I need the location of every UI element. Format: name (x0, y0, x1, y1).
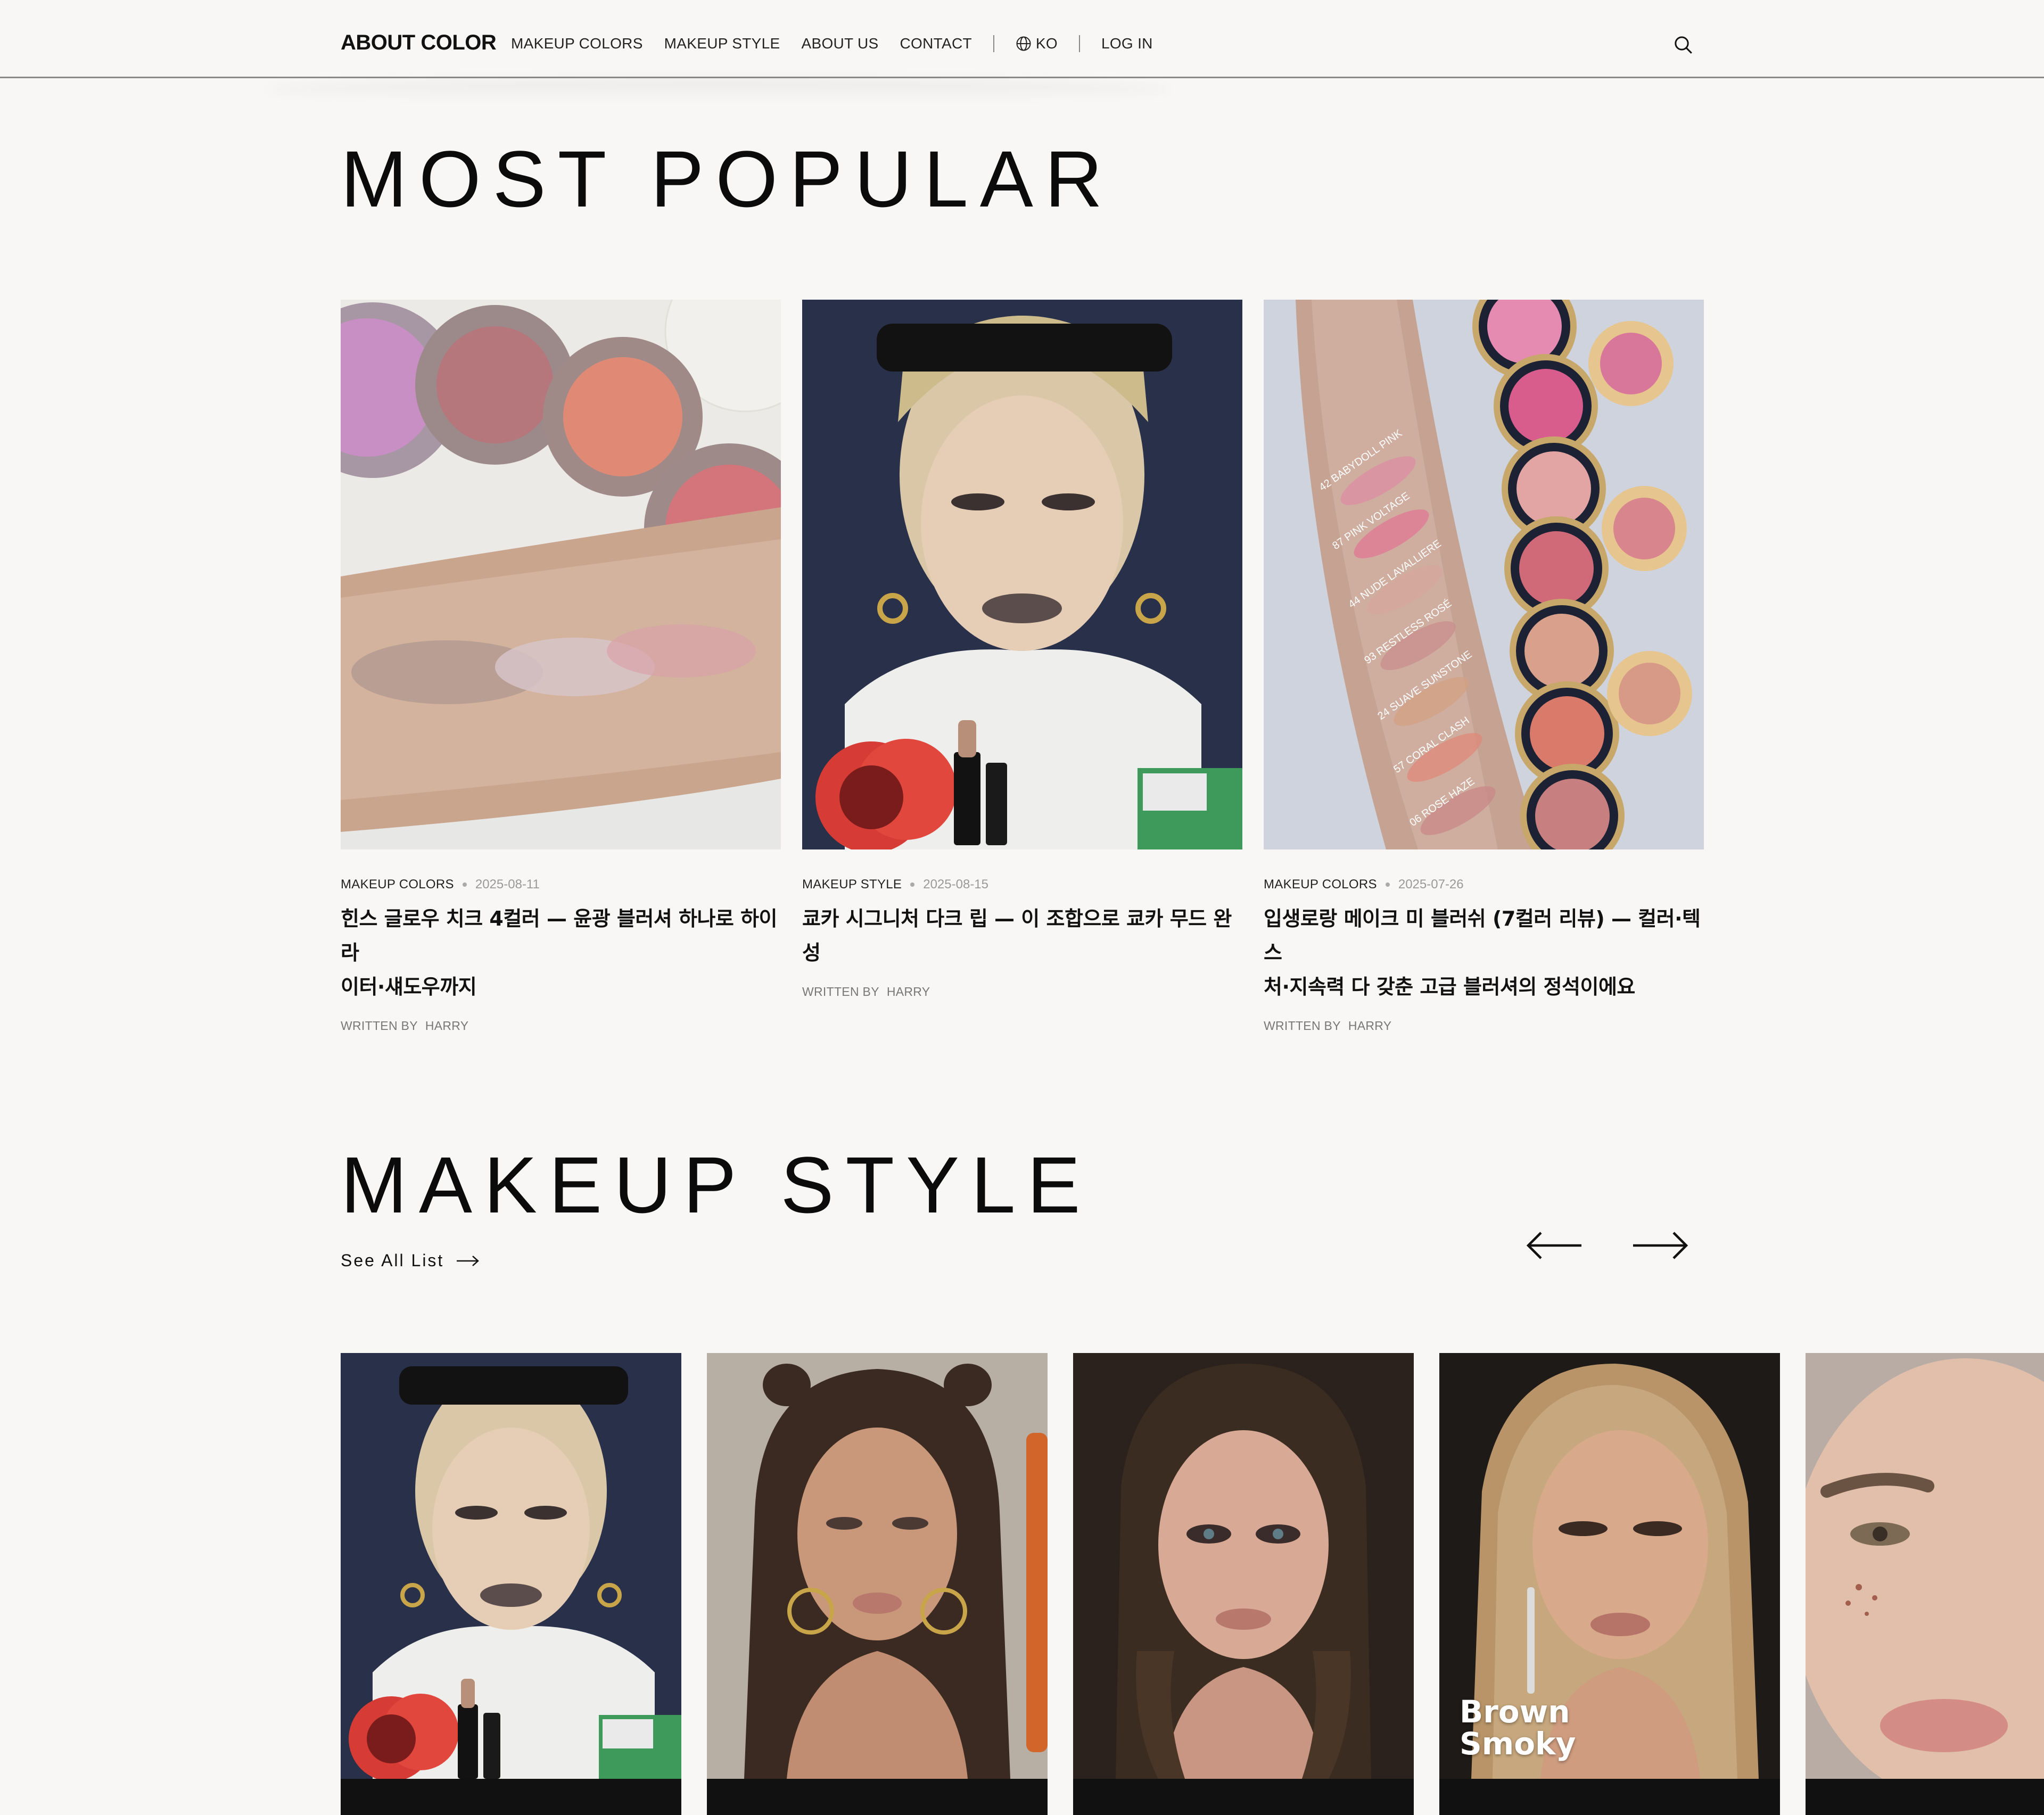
meta-separator (910, 882, 915, 887)
author-name: HARRY (1348, 1019, 1392, 1033)
card-category[interactable]: MAKEUP COLORS (1264, 877, 1377, 892)
nav-about-us[interactable]: ABOUT US (802, 35, 879, 52)
card-category[interactable]: MAKEUP STYLE (802, 877, 902, 892)
see-all-link[interactable]: See All List (341, 1251, 480, 1270)
site-logo[interactable]: ABOUT COLOR (341, 31, 497, 55)
search-icon (1675, 36, 1692, 54)
style-card-caption (707, 1779, 1048, 1815)
card-author: WRITTEN BY HARRY (341, 1019, 781, 1033)
style-card-caption (1439, 1779, 1780, 1815)
style-card-image[interactable] (1073, 1353, 1414, 1779)
nav-divider (1078, 35, 1080, 52)
most-popular-title: MOST POPULAR (341, 134, 1115, 224)
card-title-line: 처·지속력 다 갖춘 고급 블러셔의 정석이에요 (1264, 975, 1635, 999)
main-nav: MAKEUP COLORS MAKEUP STYLE ABOUT US CONT… (511, 35, 1174, 52)
style-card-image[interactable]: Brown Smoky (1439, 1353, 1780, 1779)
style-card-caption (1073, 1779, 1414, 1815)
style-card-image[interactable] (707, 1353, 1048, 1779)
nav-divider (993, 35, 994, 52)
overlay-line: Brown (1460, 1694, 1570, 1730)
see-all-label: See All List (341, 1251, 444, 1270)
style-card-image[interactable] (341, 1353, 681, 1779)
style-card[interactable] (341, 1353, 681, 1815)
globe-icon (1016, 36, 1031, 51)
popular-card-image[interactable] (802, 300, 1242, 849)
card-title[interactable]: 힌스 글로우 치크 4컬러 — 윤광 블러셔 하나로 하이라 이터·섀도우까지 (341, 902, 781, 1004)
nav-makeup-colors[interactable]: MAKEUP COLORS (511, 35, 643, 52)
meta-separator (1385, 882, 1390, 887)
written-by-label: WRITTEN BY (341, 1019, 418, 1033)
meta-separator (462, 882, 467, 887)
author-name: HARRY (886, 985, 930, 999)
nav-makeup-style[interactable]: MAKEUP STYLE (664, 35, 780, 52)
written-by-label: WRITTEN BY (1264, 1019, 1341, 1033)
card-title[interactable]: 입생로랑 메이크 미 블러쉬 (7컬러 리뷰) — 컬러·텍스 처·지속력 다 … (1264, 902, 1704, 1004)
search-button[interactable] (1672, 34, 1694, 55)
card-title-line: 입생로랑 메이크 미 블러쉬 (7컬러 리뷰) — 컬러·텍스 (1264, 907, 1701, 964)
card-date: 2025-07-26 (1398, 877, 1464, 892)
popular-card[interactable]: MAKEUP STYLE 2025-08-15 쿄카 시그니처 다크 립 — 이… (802, 300, 1242, 999)
style-card-image[interactable] (1806, 1353, 2044, 1779)
carousel-prev-button[interactable] (1525, 1230, 1584, 1261)
login-link[interactable]: LOG IN (1101, 35, 1153, 52)
overlay-line: Smoky (1460, 1726, 1576, 1762)
arrow-right-icon (1633, 1232, 1688, 1259)
card-title-line: 이터·섀도우까지 (341, 975, 477, 999)
card-date: 2025-08-11 (475, 877, 540, 892)
popular-card-image[interactable] (341, 300, 781, 849)
style-card-overlay-text: Brown Smoky (1460, 1696, 1576, 1760)
arrow-left-icon (1526, 1232, 1581, 1259)
makeup-style-title: MAKEUP STYLE (341, 1140, 1092, 1230)
card-author: WRITTEN BY HARRY (1264, 1019, 1704, 1033)
card-author: WRITTEN BY HARRY (802, 985, 1242, 999)
carousel-next-button[interactable] (1631, 1230, 1689, 1261)
popular-card[interactable]: MAKEUP COLORS 2025-08-11 힌스 글로우 치크 4컬러 —… (341, 300, 781, 1033)
header-shadow (266, 79, 1171, 100)
card-title[interactable]: 쿄카 시그니처 다크 립 — 이 조합으로 쿄카 무드 완성 (802, 902, 1242, 970)
popular-card[interactable]: 42 BABYDOLL PINK 87 PINK VOLTAGE 44 NUDE… (1264, 300, 1704, 1033)
author-name: HARRY (425, 1019, 469, 1033)
style-card[interactable]: Brown Smoky (1439, 1353, 1780, 1815)
style-card[interactable] (707, 1353, 1048, 1815)
written-by-label: WRITTEN BY (802, 985, 879, 999)
site-header: ABOUT COLOR MAKEUP COLORS MAKEUP STYLE A… (0, 0, 2044, 78)
card-category[interactable]: MAKEUP COLORS (341, 877, 454, 892)
arrow-right-icon (457, 1255, 480, 1266)
card-title-line: 힌스 글로우 치크 4컬러 — 윤광 블러셔 하나로 하이라 (341, 907, 778, 964)
language-label: KO (1035, 35, 1058, 52)
style-card-caption (1806, 1779, 2044, 1815)
style-card[interactable] (1806, 1353, 2044, 1815)
language-switch[interactable]: KO (1016, 35, 1058, 52)
style-card-caption (341, 1779, 681, 1815)
card-title-line: 쿄카 시그니처 다크 립 — 이 조합으로 쿄카 무드 완성 (802, 907, 1232, 964)
popular-card-image[interactable]: 42 BABYDOLL PINK 87 PINK VOLTAGE 44 NUDE… (1264, 300, 1704, 849)
card-date: 2025-08-15 (923, 877, 988, 892)
style-card[interactable] (1073, 1353, 1414, 1815)
nav-contact[interactable]: CONTACT (900, 35, 972, 52)
